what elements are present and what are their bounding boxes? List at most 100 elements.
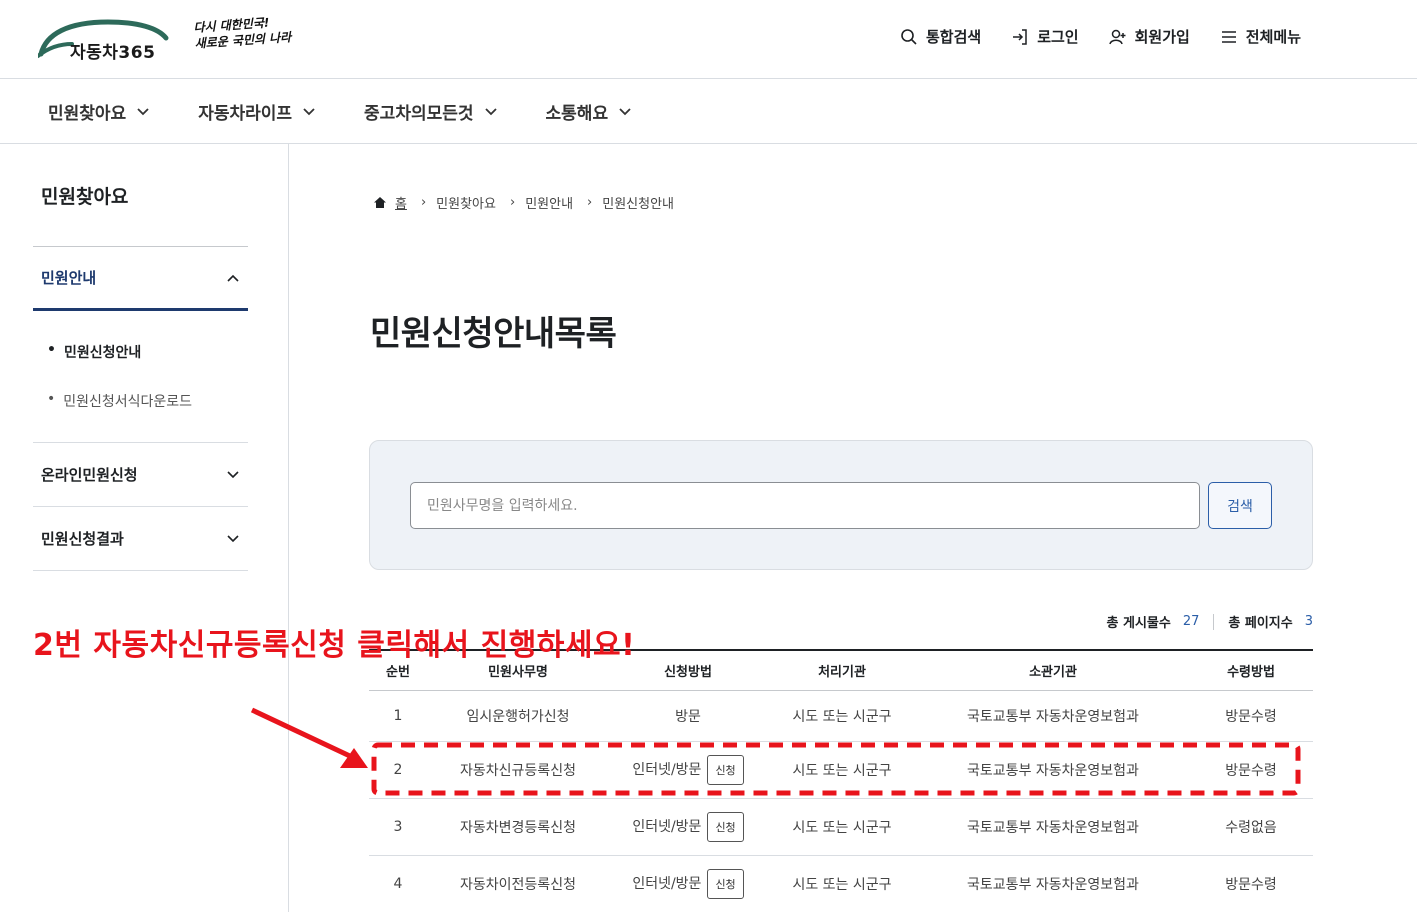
col-header-org: 소관기관 [917, 649, 1189, 691]
sidebar-section-guide[interactable]: 민원안내 [33, 246, 248, 311]
cell-no: 4 [369, 855, 427, 912]
sidebar-sub-label: 민원신청안내 [63, 345, 142, 361]
cell-receive: 방문수령 [1189, 855, 1313, 912]
util-search-button[interactable]: 통합검색 [900, 26, 981, 47]
cell-proc: 시도 또는 시군구 [767, 690, 917, 742]
sidebar-section-label: 민원안내 [41, 269, 97, 287]
chevron-down-icon [303, 107, 315, 115]
sidebar-section-label: 민원신청결과 [41, 530, 124, 548]
cell-no: 3 [369, 798, 427, 856]
util-allmenu-button[interactable]: 전체메뉴 [1220, 26, 1301, 47]
gnb-item-communication[interactable]: 소통해요 [546, 99, 633, 124]
search-panel: 검색 [369, 440, 1313, 570]
cell-org: 국토교통부 자동차운영보험과 [917, 690, 1189, 742]
home-icon [374, 197, 386, 208]
total-pages-value: 3 [1304, 614, 1313, 629]
slogan: 다시 대한민국! 새로운 국민의 나라 [193, 12, 305, 52]
apply-button[interactable]: 신청 [707, 811, 744, 842]
util-login-label: 로그인 [1037, 28, 1079, 46]
cell-org: 국토교통부 자동차운영보험과 [917, 741, 1189, 799]
user-add-icon [1108, 29, 1126, 44]
cell-proc: 시도 또는 시군구 [767, 741, 917, 799]
util-login-button[interactable]: 로그인 [1011, 26, 1079, 47]
sidebar-divider [33, 570, 248, 571]
login-icon [1013, 28, 1027, 45]
chevron-right-icon: › [509, 195, 516, 210]
chevron-down-icon [227, 470, 239, 478]
cell-method: 인터넷/방문 [632, 818, 702, 835]
chevron-down-icon [484, 107, 497, 115]
cell-no: 1 [369, 690, 427, 742]
logo-text: 자동차365 [70, 43, 156, 63]
bullet-icon: • [47, 342, 56, 358]
gnb-item-usedcar[interactable]: 중고차의모든것 [364, 99, 497, 124]
sidebar-section-label: 온라인민원신청 [41, 466, 138, 484]
util-signup-label: 회원가입 [1134, 28, 1190, 46]
sidebar-sub-form-download[interactable]: • 민원신청서식다운로드 [47, 391, 192, 411]
cell-receive: 수령없음 [1189, 798, 1313, 856]
total-posts-value: 27 [1182, 614, 1200, 629]
top-header: 자동차365 다시 대한민국! 새로운 국민의 나라 통합검색 로그인 회원가입… [0, 0, 1417, 79]
cell-org: 국토교통부 자동차운영보험과 [917, 855, 1189, 912]
gnb-label: 자동차라이프 [198, 104, 293, 124]
site-logo[interactable]: 자동차365 [38, 14, 173, 64]
col-header-proc: 처리기관 [767, 649, 917, 691]
cell-method: 인터넷/방문 [632, 761, 702, 778]
apply-button[interactable]: 신청 [707, 868, 744, 899]
breadcrumb-guide[interactable]: 민원안내 [525, 193, 573, 212]
chevron-down-icon [227, 534, 239, 542]
cell-receive: 방문수령 [1189, 741, 1313, 799]
util-allmenu-label: 전체메뉴 [1245, 28, 1301, 46]
search-button[interactable]: 검색 [1208, 482, 1272, 529]
chevron-down-icon [137, 107, 149, 115]
chevron-right-icon: › [420, 195, 427, 210]
civil-list-table: 순번 민원사무명 신청방법 처리기관 소관기관 수령방법 1 임시운행허가신청 … [369, 649, 1313, 912]
chevron-up-icon [227, 274, 239, 282]
row-name-link[interactable]: 임시운행허가신청 [466, 709, 569, 725]
row-name-link[interactable]: 자동차이전등록신청 [460, 877, 576, 893]
total-posts-label: 총 게시물수 [1106, 616, 1171, 631]
arrow-icon [250, 707, 354, 760]
list-counts: 총 게시물수 27 총 페이지수 3 [1107, 612, 1313, 631]
cell-method: 방문 [609, 690, 767, 742]
gnb-label: 민원찾아요 [48, 104, 127, 124]
sidebar-section-result[interactable]: 민원신청결과 [33, 506, 248, 570]
total-pages-label: 총 페이지수 [1228, 616, 1293, 631]
row-name-link-new-registration[interactable]: 자동차신규등록신청 [460, 763, 576, 779]
sidebar-sub-apply-guide[interactable]: • 민원신청안내 [47, 342, 141, 362]
page-title: 민원신청안내목록 [370, 314, 617, 354]
breadcrumb-home[interactable]: 홈 [395, 193, 407, 212]
apply-button[interactable]: 신청 [707, 754, 744, 785]
annotation-text: 2번 자동차신규등록신청 클릭해서 진행하세요! [33, 628, 636, 663]
cell-proc: 시도 또는 시군구 [767, 798, 917, 856]
cell-method: 인터넷/방문 [632, 875, 702, 892]
util-signup-button[interactable]: 회원가입 [1108, 26, 1190, 47]
util-search-label: 통합검색 [925, 28, 982, 46]
gnb-item-carlife[interactable]: 자동차라이프 [198, 99, 316, 124]
utility-menu: 통합검색 로그인 회원가입 전체메뉴 [900, 26, 1301, 47]
table-row[interactable]: 1 임시운행허가신청 방문 시도 또는 시군구 국토교통부 자동차운영보험과 방… [369, 690, 1313, 742]
chevron-right-icon: › [587, 195, 593, 210]
gnb-item-civil[interactable]: 민원찾아요 [48, 99, 150, 124]
cell-proc: 시도 또는 시군구 [767, 855, 917, 912]
cell-no: 2 [369, 741, 427, 799]
sidebar-sub-label: 민원신청서식다운로드 [63, 394, 193, 410]
bullet-icon: • [47, 391, 56, 407]
row-name-link[interactable]: 자동차변경등록신청 [460, 820, 576, 836]
chevron-down-icon [619, 107, 631, 115]
table-row[interactable]: 4 자동차이전등록신청 인터넷/방문 신청 시도 또는 시군구 국토교통부 자동차… [369, 855, 1313, 912]
table-row[interactable]: 3 자동차변경등록신청 인터넷/방문 신청 시도 또는 시군구 국토교통부 자동차… [369, 798, 1313, 856]
count-divider [1213, 613, 1215, 630]
table-row[interactable]: 2 자동차신규등록신청 인터넷/방문 신청 시도 또는 시군구 국토교통부 자동차… [369, 741, 1313, 799]
gnb-label: 중고차의모든것 [364, 104, 474, 124]
menu-icon [1221, 30, 1236, 43]
breadcrumb-civil[interactable]: 민원찾아요 [436, 193, 496, 212]
search-input[interactable] [410, 482, 1200, 529]
arrow-head-icon [340, 748, 368, 768]
breadcrumb-current[interactable]: 민원신청안내 [602, 193, 674, 212]
content-divider [288, 144, 289, 912]
main-navigation: 민원찾아요 자동차라이프 중고차의모든것 소통해요 [0, 79, 1417, 144]
gnb-label: 소통해요 [545, 104, 609, 124]
sidebar-section-online[interactable]: 온라인민원신청 [33, 442, 248, 506]
col-header-receive: 수령방법 [1189, 649, 1313, 691]
